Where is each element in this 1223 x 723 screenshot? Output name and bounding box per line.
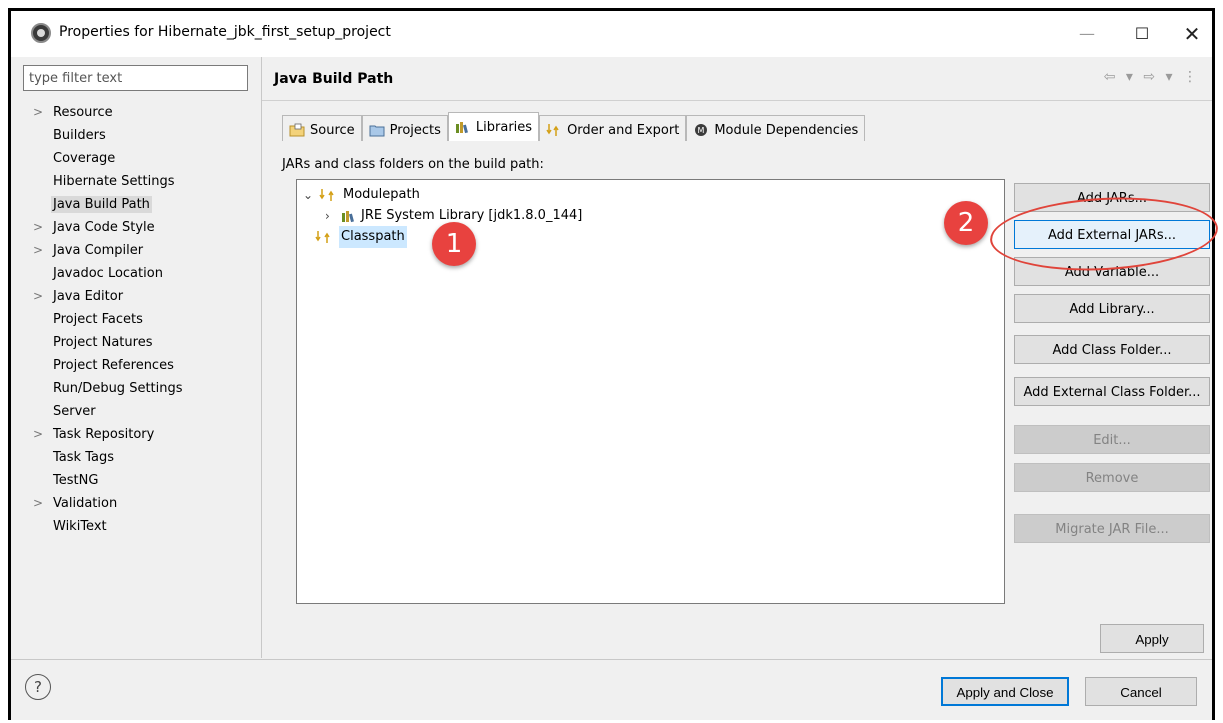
add-library-button[interactable]: Add Library... — [1014, 294, 1210, 323]
eclipse-app-icon — [31, 23, 51, 43]
build-path-tree[interactable]: ⌄ Modulepath › JRE System Library [jdk1.… — [296, 179, 1005, 604]
sidebar-item-task-tags[interactable]: Task Tags — [23, 446, 183, 469]
path-container-icon — [315, 231, 330, 243]
sidebar-item-testng[interactable]: TestNG — [23, 469, 183, 492]
page-header: Java Build Path ⇦ ▾ ⇨ ▾ ⋮ — [262, 57, 1212, 101]
add-class-folder-button[interactable]: Add Class Folder... — [1014, 335, 1210, 364]
svg-text:M: M — [698, 126, 705, 135]
chevron-right-icon[interactable]: › — [325, 205, 337, 227]
source-folder-icon — [289, 123, 305, 137]
order-export-icon — [546, 124, 559, 136]
tree-node-modulepath[interactable]: ⌄ Modulepath — [303, 184, 420, 206]
build-path-tabs: Source Projects Libraries Order and Expo… — [282, 112, 866, 141]
close-button[interactable]: ✕ — [1179, 21, 1205, 47]
sidebar-item-server[interactable]: Server — [23, 400, 183, 423]
chevron-right-icon[interactable]: > — [33, 285, 43, 308]
cancel-button[interactable]: Cancel — [1085, 677, 1197, 706]
sidebar-item-wikitext[interactable]: WikiText — [23, 515, 183, 538]
callout-number-2: 2 — [944, 201, 988, 245]
chevron-right-icon[interactable]: > — [33, 239, 43, 262]
history-nav-controls[interactable]: ⇦ ▾ ⇨ ▾ ⋮ — [1104, 69, 1200, 85]
tab-source[interactable]: Source — [282, 115, 362, 141]
module-icon: M — [695, 124, 708, 136]
minimize-button[interactable]: — — [1074, 21, 1100, 47]
sidebar-item-hibernate-settings[interactable]: Hibernate Settings — [23, 170, 183, 193]
help-icon[interactable]: ? — [25, 674, 51, 700]
maximize-button[interactable]: ☐ — [1129, 21, 1155, 47]
sidebar-item-java-compiler[interactable]: > Java Compiler — [23, 239, 183, 262]
apply-and-close-button[interactable]: Apply and Close — [941, 677, 1069, 706]
sidebar-item-java-build-path[interactable]: Java Build Path — [23, 193, 183, 216]
properties-tree: > Resource Builders Coverage Hibernate Se… — [23, 101, 183, 538]
content-panel: Java Build Path ⇦ ▾ ⇨ ▾ ⋮ Source Project… — [261, 57, 1212, 658]
sidebar-item-coverage[interactable]: Coverage — [23, 147, 183, 170]
window-title: Properties for Hibernate_jbk_first_setup… — [59, 24, 391, 40]
sidebar-item-resource[interactable]: > Resource — [23, 101, 183, 124]
build-path-list-label: JARs and class folders on the build path… — [282, 157, 544, 172]
sidebar-item-run-debug-settings[interactable]: Run/Debug Settings — [23, 377, 183, 400]
callout-number-1: 1 — [432, 222, 476, 266]
chevron-right-icon[interactable]: > — [33, 101, 43, 124]
apply-button[interactable]: Apply — [1100, 624, 1204, 653]
add-external-class-folder-button[interactable]: Add External Class Folder... — [1014, 377, 1210, 406]
tree-node-classpath[interactable]: Classpath — [315, 226, 407, 248]
chevron-right-icon[interactable]: > — [33, 423, 43, 446]
remove-button[interactable]: Remove — [1014, 463, 1210, 492]
sidebar: >Resource Builders Coverage Hibernate Se… — [11, 57, 261, 658]
sidebar-item-project-references[interactable]: Project References — [23, 354, 183, 377]
tab-libraries[interactable]: Libraries — [447, 112, 540, 141]
sidebar-item-java-code-style[interactable]: > Java Code Style — [23, 216, 183, 239]
edit-button[interactable]: Edit... — [1014, 425, 1210, 454]
title-bar: Properties for Hibernate_jbk_first_setup… — [11, 11, 1212, 57]
tab-module-dependencies[interactable]: M Module Dependencies — [686, 115, 866, 141]
chevron-right-icon[interactable]: > — [33, 492, 43, 515]
sidebar-item-builders[interactable]: Builders — [23, 124, 183, 147]
sidebar-item-javadoc-location[interactable]: Javadoc Location — [23, 262, 183, 285]
migrate-jar-file-button[interactable]: Migrate JAR File... — [1014, 514, 1210, 543]
sidebar-item-project-natures[interactable]: Project Natures — [23, 331, 183, 354]
sidebar-item-task-repository[interactable]: > Task Repository — [23, 423, 183, 446]
libraries-icon — [455, 122, 468, 134]
projects-folder-icon — [369, 125, 385, 137]
dialog-footer: ? Apply and Close Cancel — [11, 659, 1212, 723]
sidebar-item-validation[interactable]: > Validation — [23, 492, 183, 515]
tab-projects[interactable]: Projects — [361, 115, 448, 141]
sidebar-item-java-editor[interactable]: > Java Editor — [23, 285, 183, 308]
path-container-icon — [319, 189, 334, 201]
tab-order-and-export[interactable]: Order and Export — [539, 115, 687, 141]
properties-dialog: Properties for Hibernate_jbk_first_setup… — [8, 8, 1215, 720]
chevron-down-icon[interactable]: ⌄ — [303, 184, 315, 206]
page-title: Java Build Path — [274, 71, 394, 87]
sidebar-item-project-facets[interactable]: Project Facets — [23, 308, 183, 331]
chevron-right-icon[interactable]: > — [33, 216, 43, 239]
library-icon — [342, 211, 354, 223]
filter-input[interactable] — [23, 65, 248, 91]
